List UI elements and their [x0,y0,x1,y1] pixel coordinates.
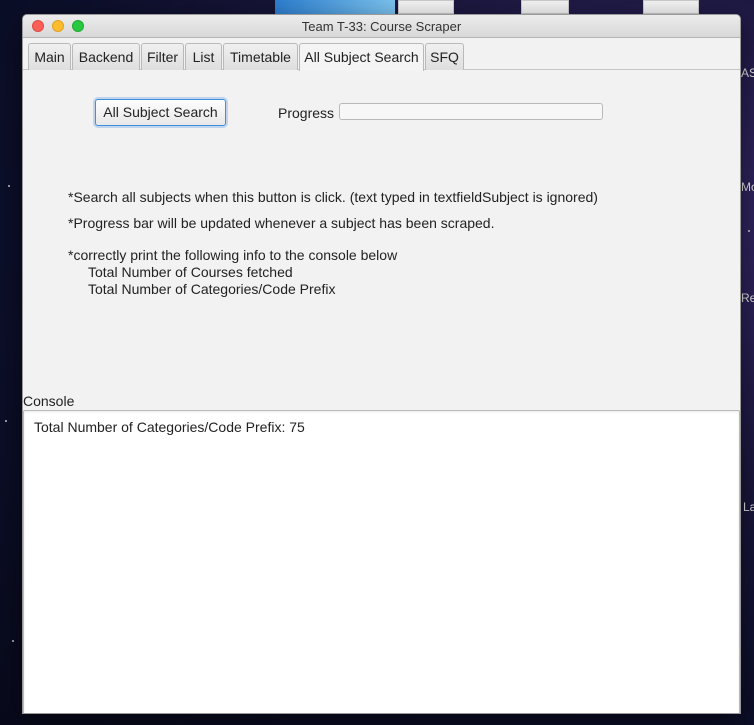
tab-list[interactable]: List [185,43,222,70]
instruction-text: *Progress bar will be updated whenever a… [68,215,495,231]
instruction-text: *correctly print the following info to t… [68,247,398,263]
desktop-label: Re [741,291,754,305]
tab-main[interactable]: Main [28,43,71,70]
tab-sfq[interactable]: SFQ [425,43,464,70]
star [12,640,14,642]
star [748,230,750,232]
desktop-label: Mo [741,180,754,194]
instruction-text: *Search all subjects when this button is… [68,189,598,205]
instruction-text: Total Number of Courses fetched [88,264,293,280]
progress-label: Progress [278,105,335,121]
progress-bar [339,103,603,120]
desktop-window-thumbnail [643,0,699,14]
desktop-window-thumbnail [275,0,395,14]
all-subject-search-button[interactable]: All Subject Search [95,99,226,126]
tab-timetable[interactable]: Timetable [223,43,298,70]
desktop-window-thumbnail [521,0,569,14]
title-bar[interactable]: Team T-33: Course Scraper [23,15,740,38]
tab-backend[interactable]: Backend [72,43,140,70]
desktop-window-thumbnail [398,0,454,14]
star [8,185,10,187]
instruction-text: Total Number of Categories/Code Prefix [88,281,336,297]
console-output: Total Number of Categories/Code Prefix: … [34,419,305,435]
desktop-label: AS [741,66,754,80]
window-title: Team T-33: Course Scraper [301,19,462,34]
console-textarea[interactable]: Total Number of Categories/Code Prefix: … [23,410,740,713]
tab-content: All Subject Search Progress *Search all … [23,71,740,401]
tab-all-subject-search[interactable]: All Subject Search [299,43,424,71]
tab-filter[interactable]: Filter [141,43,184,70]
star [5,420,7,422]
desktop-label: La [743,500,754,514]
app-window: Team T-33: Course Scraper Main Backend F… [22,14,741,714]
console-label: Console [23,393,75,409]
tab-bar: Main Backend Filter List Timetable All S… [23,39,740,71]
